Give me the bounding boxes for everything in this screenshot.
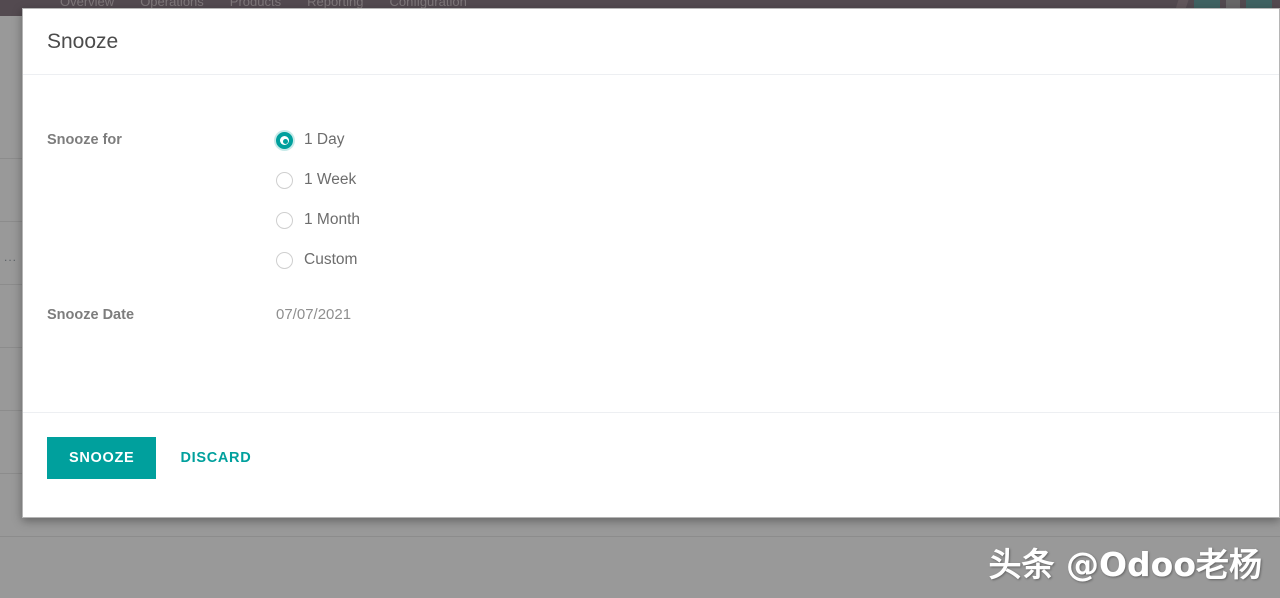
dialog-body: Snooze for 1 Day 1 Week 1 Month Custom S… — [23, 75, 1279, 412]
snooze-date-label: Snooze Date — [47, 307, 135, 323]
radio-unselected-icon[interactable] — [276, 211, 293, 229]
radio-option-custom[interactable]: Custom — [276, 251, 1255, 269]
radio-label: Custom — [304, 251, 358, 268]
dialog-footer: SNOOZE DISCARD — [23, 412, 1279, 503]
snooze-form: Snooze for 1 Day 1 Week 1 Month Custom S… — [47, 131, 1255, 323]
radio-option-1-day[interactable]: 1 Day — [276, 131, 1255, 149]
radio-option-1-week[interactable]: 1 Week — [276, 171, 1255, 189]
snooze-button[interactable]: SNOOZE — [47, 437, 157, 479]
radio-selected-icon[interactable] — [276, 131, 293, 149]
radio-unselected-icon[interactable] — [276, 251, 293, 269]
radio-unselected-icon[interactable] — [276, 171, 293, 189]
snooze-dialog: Snooze Snooze for 1 Day 1 Week 1 Month C… — [22, 8, 1280, 518]
radio-label: 1 Week — [304, 171, 357, 188]
snooze-date-value[interactable]: 07/07/2021 — [276, 306, 1255, 323]
radio-label: 1 Day — [304, 131, 345, 148]
page-title: Snooze — [47, 29, 119, 53]
screen: ... Overview Operations Products Reporti… — [0, 0, 1280, 598]
snooze-for-label: Snooze for — [47, 132, 122, 148]
dialog-header: Snooze — [23, 9, 1279, 75]
discard-button[interactable]: DISCARD — [178, 437, 253, 479]
watermark: 头条 @Odoo老杨 — [988, 545, 1262, 584]
snooze-for-radio-group: 1 Day 1 Week 1 Month Custom — [276, 131, 1255, 269]
radio-label: 1 Month — [304, 211, 361, 228]
radio-option-1-month[interactable]: 1 Month — [276, 211, 1255, 229]
